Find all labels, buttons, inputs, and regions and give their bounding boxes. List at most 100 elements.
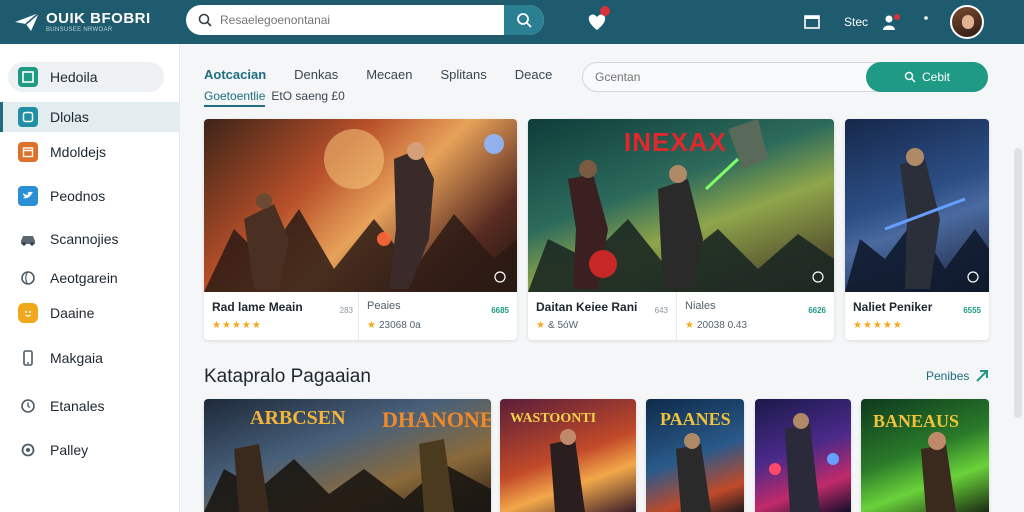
sidebar-item-label: Etanales: [50, 398, 105, 414]
game-artwork: ARBCSEN DHANONE: [204, 399, 491, 512]
game-artwork: INEXAX: [528, 119, 834, 292]
game-card[interactable]: BANEAUS: [861, 399, 989, 512]
section-title: Katapralo Pagaaian: [204, 366, 371, 387]
search-icon: [198, 13, 212, 27]
sidebar-item-label: Daaine: [50, 305, 95, 321]
tab-denkas[interactable]: Denkas: [294, 67, 338, 82]
game-artwork: BANEAUS: [861, 399, 989, 512]
subline: Goetoentlie EtO saeng £0: [204, 89, 345, 107]
subline-link[interactable]: Goetoentlie: [204, 89, 266, 107]
top-label[interactable]: Stec: [844, 15, 868, 29]
game-title: Naliet Peniker: [853, 300, 933, 314]
sidebar-item-daaine[interactable]: Daaine: [8, 298, 164, 328]
tab-aotcacian[interactable]: Aotcacian: [204, 67, 266, 82]
game-card[interactable]: WASTOONTI: [500, 399, 636, 512]
sidebar-item-label: Makgaia: [50, 350, 103, 366]
price-badge: 6555: [963, 306, 981, 315]
phone-icon: [18, 348, 38, 368]
sidebar-item-label: Dlolas: [50, 109, 89, 125]
tab-splitans[interactable]: Splitans: [440, 67, 486, 82]
logo[interactable]: OUIK BFOBRI BUNSUSEE NRWOAR: [14, 11, 184, 34]
globe-icon: [18, 268, 38, 288]
grid-icon: [18, 67, 38, 87]
rating-stars: ★★★★★: [853, 320, 903, 331]
tab-deace[interactable]: Deace: [515, 67, 553, 82]
filter-button[interactable]: Cebit: [866, 62, 988, 92]
sidebar-item-label: Scannojies: [50, 231, 119, 247]
game-subtitle: Peaies: [367, 300, 401, 312]
game-title: Daitan Keiee Rani: [536, 300, 638, 314]
tab-bar: Aotcacian Denkas Mecaen Splitans Deace: [204, 62, 580, 86]
sidebar-item-scannojies[interactable]: Scannojies: [8, 224, 164, 254]
search-icon: [904, 71, 916, 83]
tablet-icon: [18, 107, 38, 127]
scrollbar[interactable]: [1014, 148, 1022, 418]
sidebar-item-palley[interactable]: Palley: [8, 435, 164, 465]
artwork-title-overlay: ARBCSEN: [250, 407, 346, 429]
subline-text: EtO saeng £0: [271, 89, 345, 103]
artwork-title-overlay: INEXAX: [624, 127, 727, 157]
sidebar-item-label: Aeotgarein: [50, 270, 118, 286]
game-artwork: WASTOONTI: [500, 399, 636, 512]
game-artwork: [845, 119, 989, 292]
sidebar-item-label: Palley: [50, 442, 89, 458]
tab-mecaen[interactable]: Mecaen: [366, 67, 412, 82]
gear-icon: [18, 440, 38, 460]
sidebar: Hedoila Dlolas Mdoldejs Peodnos Scannoji…: [0, 44, 180, 512]
sidebar-item-makgaia[interactable]: Makgaia: [8, 343, 164, 373]
see-all-label: Penibes: [926, 369, 970, 383]
avatar[interactable]: [950, 5, 984, 39]
game-meta: 23068 0a: [379, 320, 421, 331]
notification-button[interactable]: [584, 6, 610, 34]
rating-stars: ★: [536, 320, 546, 331]
price-badge: 6626: [808, 306, 826, 315]
game-card[interactable]: PAANES: [646, 399, 744, 512]
sidebar-item-peodnos[interactable]: Peodnos: [8, 181, 164, 211]
search-icon: [517, 13, 532, 28]
sidebar-item-etanales[interactable]: Etanales: [8, 391, 164, 421]
sidebar-item-hedoila[interactable]: Hedoila: [8, 62, 164, 92]
sidebar-item-label: Peodnos: [50, 188, 106, 204]
filter-input[interactable]: [595, 70, 866, 84]
rating-star-icon: ★: [685, 320, 695, 331]
featured-card[interactable]: INEXAX Daitan Keiee Rani ★ & 5óW 643 Nia…: [528, 119, 834, 340]
sidebar-item-label: Hedoila: [50, 69, 98, 85]
logo-title: OUIK BFOBRI: [46, 9, 151, 27]
featured-card[interactable]: Naliet Peniker ★★★★★ 6555: [845, 119, 989, 340]
artwork-title-overlay: BANEAUS: [873, 411, 960, 431]
search-bar: [186, 5, 544, 35]
artwork-title-overlay: WASTOONTI: [510, 411, 597, 426]
sidebar-item-dlolas[interactable]: Dlolas: [0, 102, 180, 132]
window-icon[interactable]: [802, 12, 822, 32]
smile-icon: [18, 303, 38, 323]
top-bar: OUIK BFOBRI BUNSUSEE NRWOAR Stec: [0, 0, 1024, 44]
featured-card[interactable]: Rad lame Meain ★★★★★ 283 Peaies ★ 23068 …: [204, 119, 517, 340]
filter-button-label: Cebit: [921, 70, 950, 84]
arrow-right-icon: [976, 370, 989, 382]
see-all-link[interactable]: Penibes: [926, 369, 989, 383]
logo-subtitle: BUNSUSEE NRWOAR: [46, 26, 113, 33]
rating-stars: ★★★★★: [212, 320, 262, 331]
more-icon[interactable]: [916, 12, 936, 32]
sidebar-item-mdoldejs[interactable]: Mdoldejs: [8, 137, 164, 167]
artwork-title-overlay: DHANONE: [382, 407, 491, 432]
game-meta: & 5óW: [548, 320, 579, 331]
price-badge: 6685: [491, 306, 509, 315]
notification-badge: [600, 6, 610, 16]
game-card[interactable]: ARBCSEN DHANONE: [204, 399, 491, 512]
sidebar-item-aeotgarein[interactable]: Aeotgarein: [8, 263, 164, 293]
game-meta: 20038 0.43: [697, 320, 748, 331]
filter-bar: Cebit: [582, 62, 988, 92]
rating-count: 283: [339, 306, 353, 315]
artwork-title-overlay: PAANES: [660, 409, 731, 429]
game-artwork: [755, 399, 851, 512]
game-artwork: PAANES: [646, 399, 744, 512]
clock-icon: [18, 396, 38, 416]
search-button[interactable]: [504, 5, 544, 35]
users-icon[interactable]: [882, 12, 902, 32]
paper-plane-icon: [15, 12, 40, 31]
bird-icon: [18, 186, 38, 206]
search-input[interactable]: [220, 13, 504, 27]
game-card[interactable]: [755, 399, 851, 512]
game-title: Rad lame Meain: [212, 300, 303, 314]
